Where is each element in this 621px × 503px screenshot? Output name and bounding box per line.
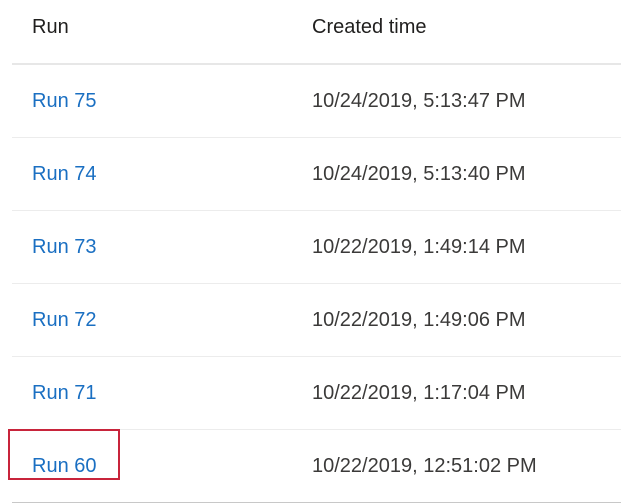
table-row[interactable]: Run 75 10/24/2019, 5:13:47 PM: [12, 65, 621, 138]
table-row[interactable]: Run 71 10/22/2019, 1:17:04 PM: [12, 357, 621, 430]
run-link[interactable]: Run 75: [32, 89, 97, 113]
table-row[interactable]: Run 72 10/22/2019, 1:49:06 PM: [12, 284, 621, 357]
run-link[interactable]: Run 74: [32, 162, 97, 186]
run-link[interactable]: Run 73: [32, 235, 97, 259]
created-time-cell: 10/24/2019, 5:13:40 PM: [312, 163, 526, 185]
run-link[interactable]: Run 71: [32, 381, 97, 405]
table-row[interactable]: Run 74 10/24/2019, 5:13:40 PM: [12, 138, 621, 211]
run-link[interactable]: Run 60: [32, 454, 97, 478]
run-link[interactable]: Run 72: [32, 308, 97, 332]
table-row[interactable]: Run 73 10/22/2019, 1:49:14 PM: [12, 211, 621, 284]
column-header-created-time[interactable]: Created time: [312, 15, 427, 39]
created-time-cell: 10/22/2019, 1:49:06 PM: [312, 309, 526, 331]
created-time-cell: 10/22/2019, 1:17:04 PM: [312, 382, 526, 404]
table-row[interactable]: Run 60 10/22/2019, 12:51:02 PM: [12, 430, 621, 503]
column-header-run[interactable]: Run: [32, 15, 69, 39]
created-time-cell: 10/22/2019, 1:49:14 PM: [312, 236, 526, 258]
runs-table: Run Created time Run 75 10/24/2019, 5:13…: [12, 0, 621, 503]
table-header: Run Created time: [12, 0, 621, 65]
created-time-cell: 10/24/2019, 5:13:47 PM: [312, 90, 526, 112]
created-time-cell: 10/22/2019, 12:51:02 PM: [312, 455, 537, 477]
